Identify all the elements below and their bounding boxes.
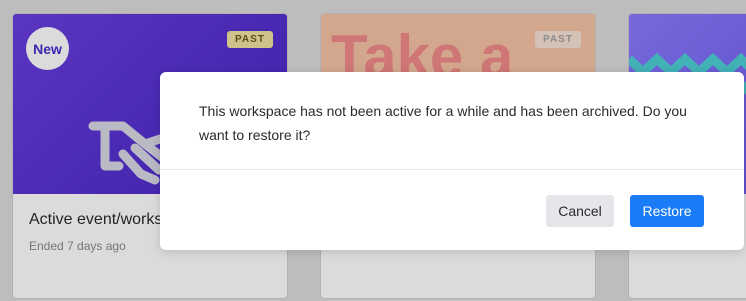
dialog-message: This workspace has not been active for a… xyxy=(199,103,687,143)
cancel-button[interactable]: Cancel xyxy=(546,195,614,227)
workspace-grid: New PAST Active event/works Ended 7 days… xyxy=(0,0,746,301)
restore-workspace-dialog: This workspace has not been active for a… xyxy=(160,72,744,250)
restore-button[interactable]: Restore xyxy=(630,195,704,227)
dialog-divider xyxy=(160,169,744,170)
